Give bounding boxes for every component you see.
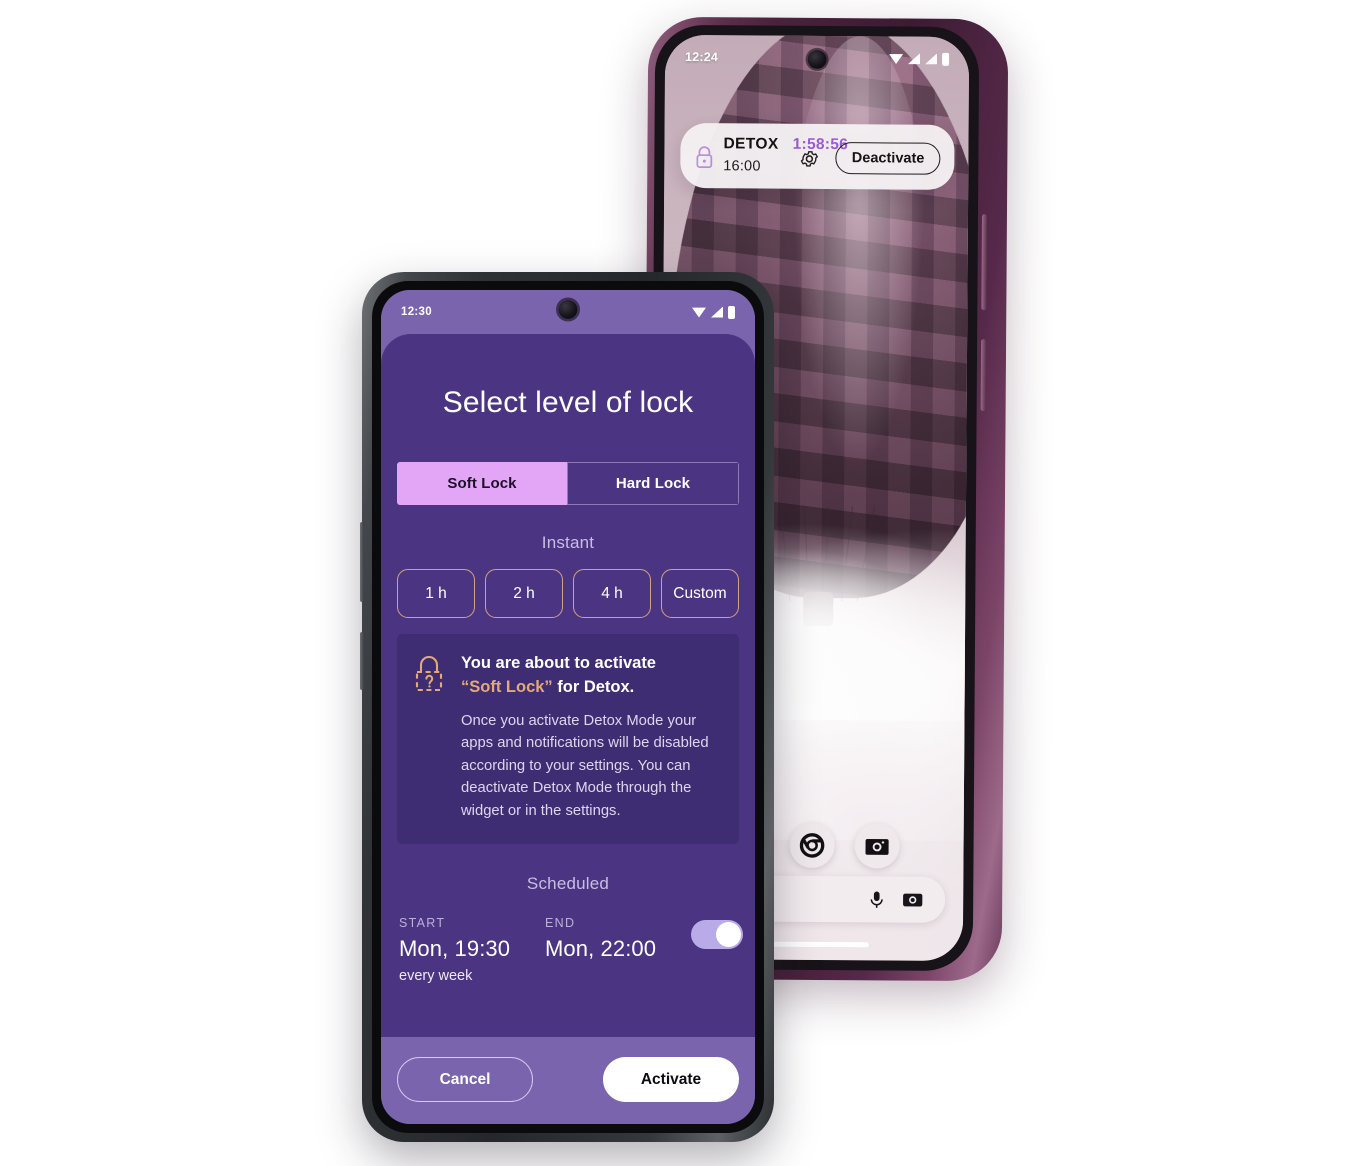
camera-icon[interactable] — [853, 823, 900, 869]
front-volume-button[interactable] — [360, 522, 364, 602]
camera-glyph — [864, 838, 889, 855]
info-heading-quoted: “Soft Lock” — [461, 677, 553, 696]
rear-power-button[interactable] — [980, 339, 987, 412]
microphone-icon[interactable] — [869, 890, 884, 909]
front-camera-icon — [807, 49, 827, 70]
signal-icon — [711, 306, 723, 318]
schedule-row: START Mon, 19:30 every week END Mon, 22:… — [399, 916, 743, 984]
tab-hard-lock[interactable]: Hard Lock — [567, 462, 739, 505]
chrome-glyph — [799, 833, 824, 858]
activate-button[interactable]: Activate — [603, 1057, 739, 1102]
front-power-button[interactable] — [360, 632, 364, 690]
chip-custom[interactable]: Custom — [661, 569, 739, 618]
chip-2h[interactable]: 2 h — [485, 569, 563, 618]
sheet-footer: Cancel Activate — [381, 1037, 755, 1124]
chip-4h[interactable]: 4 h — [573, 569, 651, 618]
front-phone-device: 12:30 Select level of lock Soft Lock Har… — [360, 272, 774, 1142]
chrome-icon[interactable] — [788, 822, 835, 869]
start-value: Mon, 19:30 — [399, 936, 511, 962]
rear-system-icons — [889, 52, 950, 66]
info-body-text: Once you activate Detox Mode your apps a… — [461, 712, 709, 819]
info-heading-rest: for Detox. — [552, 677, 635, 696]
front-phone-bezel: 12:30 Select level of lock Soft Lock Har… — [372, 281, 764, 1133]
wifi-icon — [692, 307, 706, 318]
screenshot-canvas: 12:24 DETOX 1:58:56 16:00 Deactivate 12:… — [0, 0, 1366, 1166]
page-title: Select level of lock — [442, 386, 694, 419]
start-caption: START — [399, 916, 446, 931]
tab-soft-lock[interactable]: Soft Lock — [397, 462, 567, 505]
lens-camera-icon[interactable] — [902, 891, 923, 909]
chip-1h[interactable]: 1 h — [397, 569, 475, 618]
gear-icon[interactable] — [799, 148, 821, 170]
front-system-icons — [692, 305, 735, 319]
activation-info-card: You are about to activate “Soft Lock” fo… — [397, 634, 739, 845]
front-camera-icon — [558, 300, 578, 319]
battery-icon — [728, 305, 735, 319]
rear-status-time: 12:24 — [685, 50, 719, 65]
scheduled-section-label: Scheduled — [526, 874, 610, 894]
end-value: Mon, 22:00 — [545, 936, 657, 962]
widget-schedule-time: 16:00 — [723, 158, 761, 175]
info-card-text: You are about to activate “Soft Lock” fo… — [461, 652, 723, 822]
widget-text-column: DETOX 1:58:56 16:00 — [723, 135, 848, 175]
signal-icon — [908, 53, 920, 64]
lock-question-icon — [415, 656, 443, 692]
instant-section-label: Instant — [541, 533, 595, 552]
rear-volume-button[interactable] — [981, 214, 987, 311]
wifi-icon — [889, 53, 903, 64]
schedule-start-column[interactable]: START Mon, 19:30 every week — [399, 916, 531, 984]
front-status-bar: 12:30 — [381, 290, 755, 334]
end-caption: END — [545, 916, 576, 931]
toggle-knob — [716, 922, 741, 948]
start-repeat: every week — [399, 968, 473, 985]
schedule-end-column[interactable]: END Mon, 22:00 — [545, 916, 677, 962]
battery-icon — [942, 52, 950, 66]
front-status-time: 12:30 — [401, 306, 432, 318]
instant-duration-chips: 1 h 2 h 4 h Custom — [397, 569, 739, 618]
info-heading-line2: “Soft Lock” for Detox. — [461, 676, 723, 700]
widget-top-row: DETOX 1:58:56 — [723, 135, 848, 153]
lock-level-tabs: Soft Lock Hard Lock — [397, 462, 739, 505]
schedule-toggle[interactable] — [691, 920, 743, 950]
info-heading-line1: You are about to activate — [461, 654, 656, 672]
lock-level-sheet: Select level of lock Soft Lock Hard Lock… — [381, 334, 755, 1124]
cancel-button[interactable]: Cancel — [397, 1057, 533, 1102]
signal-icon — [925, 53, 937, 64]
deactivate-button[interactable]: Deactivate — [835, 142, 941, 175]
front-phone-screen: 12:30 Select level of lock Soft Lock Har… — [381, 290, 755, 1124]
lock-icon — [696, 146, 713, 169]
detox-widget-card[interactable]: DETOX 1:58:56 16:00 Deactivate — [680, 122, 955, 190]
widget-title: DETOX — [723, 135, 779, 153]
